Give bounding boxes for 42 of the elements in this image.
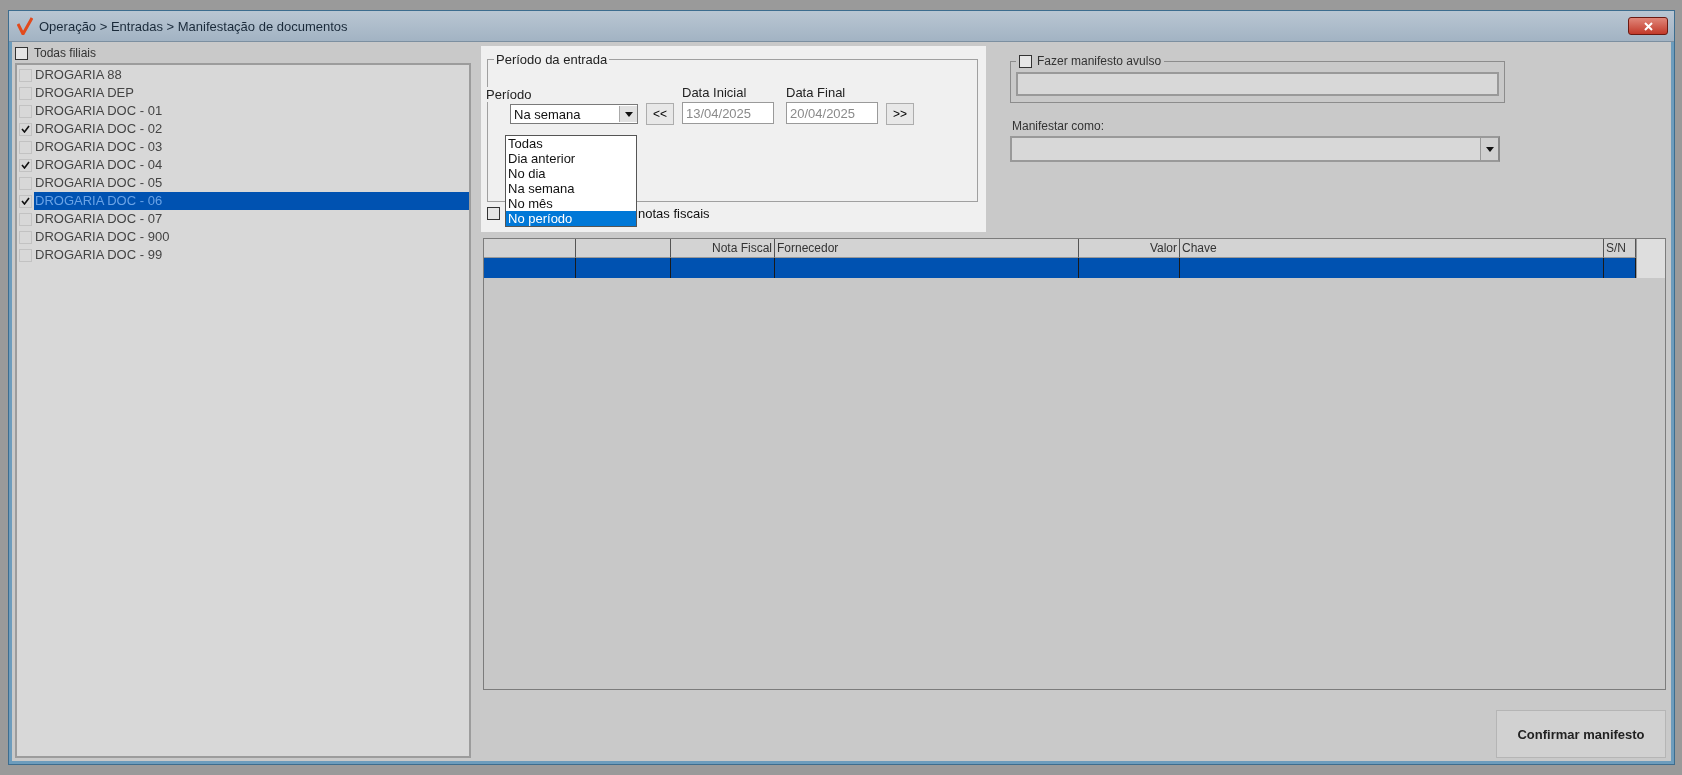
column-header[interactable] [576, 239, 671, 258]
column-header[interactable]: Valor [1079, 239, 1180, 258]
list-item[interactable]: DROGARIA DOC - 01 [34, 102, 469, 120]
checkmark-icon [21, 161, 30, 169]
list-item[interactable]: DROGARIA 88 [34, 66, 469, 84]
window-title: Operação > Entradas > Manifestação de documentos [39, 18, 349, 34]
list-item[interactable]: DROGARIA DOC - 03 [34, 138, 469, 156]
checkmark-logo-icon [17, 17, 33, 35]
list-item[interactable]: DROGARIA DEP [34, 84, 469, 102]
field-label: Manifestar como: [1012, 119, 1106, 133]
column-header[interactable]: Nota Fiscal [671, 239, 775, 258]
column-header[interactable]: S/N [1604, 239, 1636, 258]
column-header[interactable]: Chave [1180, 239, 1604, 258]
checkbox[interactable] [487, 207, 500, 220]
checkbox-label: notas fiscais [638, 206, 710, 221]
checkbox[interactable] [15, 46, 28, 60]
dropdown-option[interactable]: No período [506, 211, 636, 226]
caret-icon [624, 111, 633, 117]
checkmark-icon [21, 125, 30, 133]
list-item[interactable]: DROGARIA DOC - 04 [34, 156, 469, 174]
table-row[interactable] [484, 258, 1665, 278]
column-header[interactable] [484, 239, 576, 258]
list-item[interactable]: DROGARIA DOC - 900 [34, 228, 469, 246]
period-dropdown[interactable]: Na semana [510, 104, 638, 124]
list-item[interactable]: DROGARIA DOC - 02 [34, 120, 469, 138]
checkbox-label: Fazer manifesto avulso [1037, 54, 1162, 68]
close-button[interactable] [1628, 17, 1668, 35]
group-title: Período da entrada [495, 52, 609, 67]
previous-button[interactable]: << [646, 103, 674, 125]
text-field[interactable] [1016, 72, 1499, 96]
list-item[interactable]: DROGARIA DOC - 05 [34, 174, 469, 192]
close-icon [1643, 21, 1653, 31]
manifest-type-dropdown[interactable] [1010, 136, 1500, 162]
list-item[interactable]: DROGARIA DOC - 99 [34, 246, 469, 264]
column-header[interactable]: Fornecedor [775, 239, 1079, 258]
checkbox-label: Todas filiais [34, 46, 97, 60]
list-item[interactable]: DROGARIA DOC - 07 [34, 210, 469, 228]
checkbox[interactable] [1019, 54, 1032, 68]
confirm-button[interactable]: Confirmar manifesto [1496, 710, 1666, 758]
next-button[interactable]: >> [886, 103, 914, 125]
checkmark-icon [21, 197, 30, 205]
caret-icon [1485, 146, 1494, 152]
